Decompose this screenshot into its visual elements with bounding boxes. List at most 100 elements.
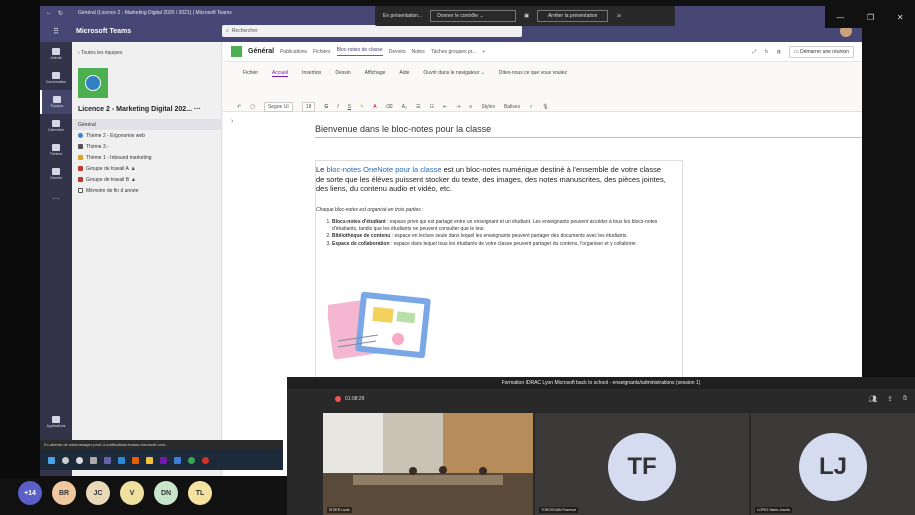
- channel-header-actions: ⤢ ↻ ◍ ▭ Démarrer une réunion: [752, 45, 862, 58]
- rail-item-apps[interactable]: Applications: [40, 410, 72, 434]
- undo-icon[interactable]: ↶: [237, 104, 241, 110]
- rail-item-files[interactable]: Fichiers: [40, 138, 72, 162]
- item-title: Espace de collaboration: [332, 240, 390, 247]
- team-name[interactable]: Licence 2 - Marketing Digital 202... ···: [72, 98, 221, 119]
- ribbon-tab-draw[interactable]: Dessin: [335, 70, 350, 77]
- channel-icon: [78, 177, 83, 182]
- stop-presenting-button[interactable]: Arrêter la présentation: [536, 10, 609, 22]
- onenote-link[interactable]: bloc-notes OneNote pour la classe: [326, 165, 441, 174]
- styles-button[interactable]: Styles: [481, 104, 495, 110]
- more-apps-button[interactable]: ···: [40, 186, 72, 210]
- ribbon-tab-view[interactable]: Affichage: [365, 70, 386, 77]
- outdent-icon[interactable]: ⇤: [443, 104, 447, 110]
- firefox-icon[interactable]: [132, 456, 139, 464]
- meeting-timer: 01:08:29: [345, 396, 365, 402]
- share-tray-icon[interactable]: ▣: [524, 13, 529, 19]
- refresh-icon[interactable]: ↻: [58, 10, 63, 17]
- channel-label: Groupe de travail A: [86, 165, 129, 172]
- spelling-icon[interactable]: ✓: [529, 104, 533, 110]
- video-feed-image: [323, 413, 533, 515]
- search-input[interactable]: ⌕ Rechercher: [222, 25, 522, 37]
- expand-icon[interactable]: ⤢: [752, 49, 756, 55]
- avatar[interactable]: JC: [86, 481, 110, 505]
- avatar[interactable]: DN: [154, 481, 178, 505]
- clipboard-icon[interactable]: ▢: [250, 104, 255, 110]
- bullets-icon[interactable]: ☰: [416, 104, 420, 110]
- minimize-icon[interactable]: —: [836, 13, 844, 22]
- pin-icon[interactable]: ⇲: [616, 13, 620, 19]
- chrome-icon[interactable]: [188, 456, 195, 464]
- numbering-icon[interactable]: ☷: [430, 104, 434, 110]
- channel-item[interactable]: Groupe de travail A 🔒︎: [72, 163, 221, 174]
- globe-icon[interactable]: ◍: [777, 49, 781, 55]
- meeting-title: Formation IDRAC Lyon Microsoft back to s…: [287, 377, 915, 389]
- tell-me-input[interactable]: Dites-nous ce que vous voulez: [499, 70, 567, 77]
- bold-icon[interactable]: G: [324, 104, 328, 110]
- more-participants-badge[interactable]: +14: [18, 481, 42, 505]
- channel-item[interactable]: Thème 2 - Ergonomie web: [72, 130, 221, 141]
- cortana-icon[interactable]: [76, 456, 83, 464]
- apps-icon: [52, 416, 60, 423]
- rail-item-activity[interactable]: Activité: [40, 42, 72, 66]
- font-size-select[interactable]: 18: [301, 102, 316, 112]
- avatar[interactable]: TL: [188, 481, 212, 505]
- hand-icon[interactable]: ✋︎: [903, 395, 907, 403]
- dictate-icon[interactable]: 🎙︎: [542, 104, 548, 110]
- search-icon[interactable]: [62, 456, 69, 464]
- italic-icon[interactable]: I: [337, 104, 338, 110]
- avatar[interactable]: BR: [52, 481, 76, 505]
- ribbon-tab-help[interactable]: Aide: [399, 70, 409, 77]
- video-tile[interactable]: SITIER Lucie: [323, 413, 533, 515]
- rail-item-teams[interactable]: Équipes: [40, 90, 72, 114]
- ribbon-tab-home[interactable]: Accueil: [272, 70, 289, 77]
- page-title[interactable]: Bienvenue dans le bloc-notes pour la cla…: [315, 124, 862, 138]
- align-icon[interactable]: ≡: [469, 104, 472, 110]
- avatar[interactable]: V: [120, 481, 144, 505]
- teams-sidebar: ‹ Toutes les équipes Licence 2 - Marketi…: [72, 42, 222, 476]
- edge-icon[interactable]: [118, 456, 125, 464]
- channel-item[interactable]: Groupe de travail B 🔒︎: [72, 174, 221, 185]
- ribbon-tab-file[interactable]: Fichier: [243, 70, 258, 77]
- video-tile[interactable]: TF TOROSSIAN Florence: [535, 413, 749, 515]
- windows-start-icon[interactable]: [48, 456, 55, 464]
- rail-item-assignments[interactable]: Devoirs: [40, 162, 72, 186]
- store-icon[interactable]: [174, 456, 181, 464]
- format-icon[interactable]: A₀: [402, 104, 407, 110]
- expand-navigation-icon[interactable]: ›: [231, 118, 233, 125]
- task-view-icon[interactable]: [90, 456, 97, 464]
- video-tile[interactable]: LJ LOPEZ Marie-Josefa: [751, 413, 915, 515]
- channel-item[interactable]: Thème 1 - Inbound marketing: [72, 152, 221, 163]
- window-controls: — ❐ ✕: [825, 6, 915, 28]
- channel-label: Groupe de travail B: [86, 176, 130, 183]
- channel-item[interactable]: Mémoire de fin d année: [72, 185, 221, 196]
- indent-icon[interactable]: ⇥: [456, 104, 460, 110]
- start-meeting-button[interactable]: ▭ Démarrer une réunion: [788, 45, 854, 58]
- underline-icon[interactable]: S: [348, 104, 351, 110]
- open-in-browser-button[interactable]: Ouvrir dans le navigateur ⌄: [423, 70, 484, 77]
- channel-item[interactable]: Thème 3 -: [72, 141, 221, 152]
- font-color-icon[interactable]: A: [373, 104, 376, 110]
- teams-taskbar-icon[interactable]: [104, 456, 111, 464]
- explorer-icon[interactable]: [146, 456, 153, 464]
- back-to-teams-link[interactable]: ‹ Toutes les équipes: [72, 42, 221, 64]
- onenote-icon[interactable]: [160, 456, 167, 464]
- back-arrow-icon[interactable]: ←: [46, 10, 52, 17]
- app-launcher-icon[interactable]: ⠿: [40, 27, 72, 36]
- ribbon-tab-insert[interactable]: Insertion: [302, 70, 321, 77]
- font-select[interactable]: Segoe UI: [263, 102, 293, 112]
- rail-item-calendar[interactable]: Calendrier: [40, 114, 72, 138]
- notebook-illustration: [328, 291, 431, 360]
- share-icon[interactable]: ⇪: [887, 395, 893, 403]
- close-icon[interactable]: ✕: [897, 13, 904, 22]
- highlight-icon[interactable]: ✎: [360, 104, 364, 110]
- channel-label: Thème 1 - Inbound marketing: [86, 154, 152, 161]
- tags-button[interactable]: Balises: [504, 104, 520, 110]
- participants-icon[interactable]: 👥︎: [868, 395, 877, 403]
- rail-item-chat[interactable]: Conversation: [40, 66, 72, 90]
- chrome-icon[interactable]: [202, 456, 209, 464]
- give-control-dropdown[interactable]: Donner le contrôle ⌄: [430, 10, 517, 22]
- refresh-icon[interactable]: ↻: [764, 49, 768, 55]
- maximize-icon[interactable]: ❐: [867, 13, 874, 22]
- eraser-icon[interactable]: ⌫: [386, 104, 393, 110]
- channel-item-general[interactable]: Général: [72, 119, 221, 130]
